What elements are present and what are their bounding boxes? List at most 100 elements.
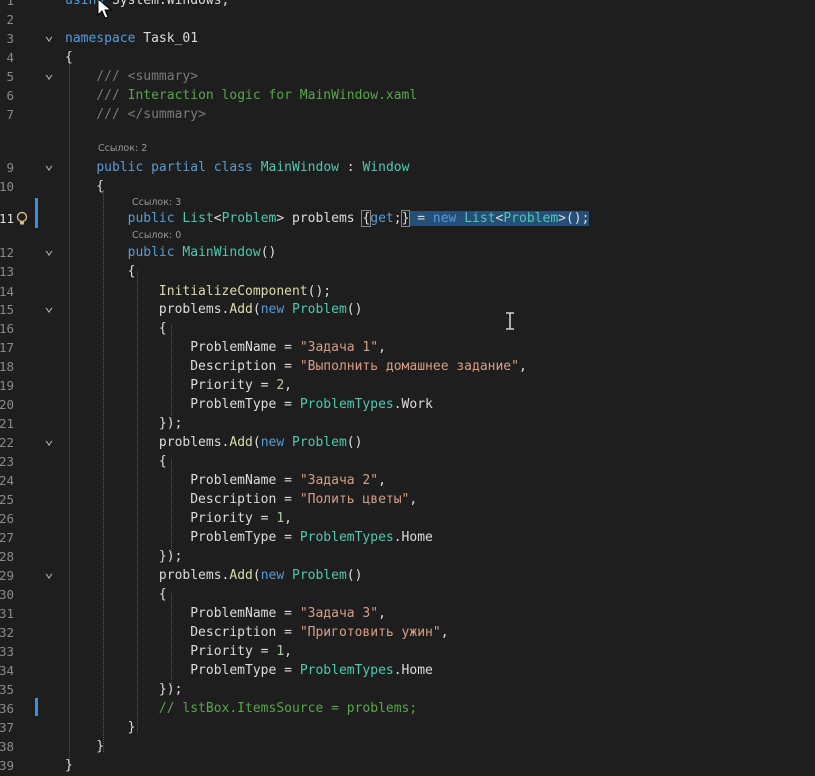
code-token: Window [362, 160, 410, 175]
code-text[interactable]: // lstBox.ItemsSource = problems; [65, 699, 417, 718]
code-line[interactable]: 15 problems.Add(new Problem() [0, 300, 815, 319]
code-token: { [65, 179, 105, 194]
code-line[interactable]: 7 /// </summary> [0, 105, 815, 124]
code-line[interactable]: 38 } [0, 737, 815, 756]
code-token: Priority = [65, 644, 277, 659]
code-line[interactable]: 31 ProblemName = "Задача 3", [0, 604, 815, 623]
code-text[interactable]: Priority = 2, [65, 376, 292, 395]
code-line[interactable]: 35 }); [0, 680, 815, 699]
code-text[interactable]: public List<Problem> problems {get;} = n… [65, 209, 590, 228]
code-text[interactable]: problems.Add(new Problem() [65, 433, 363, 452]
code-line[interactable]: 12 public MainWindow() [0, 243, 815, 262]
code-text[interactable]: ProblemName = "Задача 3", [65, 604, 386, 623]
code-text[interactable]: }); [65, 547, 183, 566]
code-token: Priority = [65, 378, 277, 393]
code-line[interactable]: 19 Priority = 2, [0, 376, 815, 395]
code-text[interactable]: } [65, 718, 136, 737]
code-text[interactable]: namespace Task_01 [65, 29, 198, 48]
codelens-references[interactable]: Ссылок: 3 [132, 196, 181, 210]
code-text[interactable]: InitializeComponent(); [65, 282, 331, 301]
code-text[interactable]: public MainWindow() [65, 243, 277, 262]
code-token: Problem [292, 435, 347, 450]
code-line[interactable]: 11 public List<Problem> problems {get;} … [0, 209, 815, 228]
fold-chevron-icon[interactable] [43, 158, 55, 177]
code-line[interactable]: 21 }); [0, 414, 815, 433]
code-text[interactable]: } [65, 737, 104, 756]
code-line[interactable]: 2 [0, 10, 815, 29]
code-text[interactable]: ProblemType = ProblemTypes.Work [65, 395, 433, 414]
code-text[interactable]: { [65, 48, 73, 67]
fold-chevron-icon[interactable] [43, 566, 55, 585]
code-text[interactable]: }); [65, 680, 183, 699]
code-token: ( [252, 568, 261, 583]
code-text[interactable]: { [65, 452, 167, 471]
code-text[interactable]: /// </summary> [65, 105, 206, 124]
code-line[interactable]: 4{ [0, 48, 815, 67]
code-text[interactable]: public partial class MainWindow : Window [65, 158, 409, 177]
code-text[interactable]: { [65, 262, 136, 281]
code-text[interactable]: ProblemName = "Задача 2", [65, 471, 386, 490]
code-text[interactable]: Description = "Выполнить домашнее задани… [65, 357, 527, 376]
code-line[interactable]: 29 problems.Add(new Problem() [0, 566, 815, 585]
code-text[interactable]: /// Interaction logic for MainWindow.xam… [65, 86, 417, 105]
code-text[interactable]: Priority = 1, [65, 509, 292, 528]
code-line[interactable]: 39} [0, 756, 815, 775]
code-text[interactable]: }); [65, 414, 183, 433]
code-token: </summary> [127, 107, 206, 122]
code-token: InitializeComponent [158, 284, 308, 299]
code-text[interactable]: Priority = 1, [65, 642, 292, 661]
code-line[interactable]: 16 { [0, 319, 815, 338]
fold-chevron-icon[interactable] [43, 67, 55, 86]
code-text[interactable]: { [65, 177, 104, 196]
code-line[interactable]: 34 ProblemType = ProblemTypes.Home [0, 661, 815, 680]
code-text[interactable]: problems.Add(new Problem() [65, 566, 363, 585]
code-token: { [65, 264, 136, 279]
code-text[interactable]: ProblemType = ProblemTypes.Home [65, 528, 433, 547]
code-text[interactable]: /// <summary> [65, 67, 198, 86]
code-line[interactable]: 14 InitializeComponent(); [0, 282, 815, 301]
code-text[interactable]: Description = "Полить цветы", [65, 490, 417, 509]
code-line[interactable]: 10 { [0, 177, 815, 196]
code-line[interactable]: 23 { [0, 452, 815, 471]
code-text[interactable]: { [65, 319, 167, 338]
fold-chevron-icon[interactable] [43, 300, 55, 319]
code-line[interactable]: 13 { [0, 262, 815, 281]
code-token: "Выполнить домашнее задание" [299, 359, 519, 374]
codelens-references[interactable]: Ссылок: 2 [98, 142, 147, 156]
code-line[interactable]: 26 Priority = 1, [0, 509, 815, 528]
lightbulb-icon[interactable] [15, 211, 29, 226]
code-line[interactable]: 9 public partial class MainWindow : Wind… [0, 158, 815, 177]
code-line[interactable]: 36 // lstBox.ItemsSource = problems; [0, 699, 815, 718]
code-token: , [409, 492, 418, 507]
code-text[interactable]: problems.Add(new Problem() [65, 300, 363, 319]
fold-chevron-icon[interactable] [43, 29, 55, 48]
code-editor[interactable]: 1using System.Windows;23namespace Task_0… [0, 0, 815, 776]
code-line[interactable]: 1 using System.Windows; [0, 0, 815, 10]
code-line[interactable]: 20 ProblemType = ProblemTypes.Work [0, 395, 815, 414]
code-line[interactable]: 32 Description = "Приготовить ужин", [0, 623, 815, 642]
code-text[interactable]: } [65, 756, 73, 775]
code-line[interactable]: 27 ProblemType = ProblemTypes.Home [0, 528, 815, 547]
code-line[interactable]: 6 /// Interaction logic for MainWindow.x… [0, 86, 815, 105]
code-line[interactable]: 5 /// <summary> [0, 67, 815, 86]
codelens-references[interactable]: Ссылок: 0 [132, 229, 181, 243]
code-line[interactable]: 3 namespace Task_01 [0, 29, 815, 48]
fold-chevron-icon[interactable] [43, 243, 55, 262]
code-text[interactable]: ProblemName = "Задача 1", [65, 338, 386, 357]
code-line[interactable]: 17 ProblemName = "Задача 1", [0, 338, 815, 357]
code-line[interactable]: 24 ProblemName = "Задача 2", [0, 471, 815, 490]
code-line[interactable]: 37 } [0, 718, 815, 737]
code-line[interactable]: 22 problems.Add(new Problem() [0, 433, 815, 452]
code-text[interactable]: ProblemType = ProblemTypes.Home [65, 661, 433, 680]
code-text[interactable]: { [65, 585, 167, 604]
fold-chevron-icon[interactable] [43, 433, 55, 452]
code-line[interactable]: 30 { [0, 585, 815, 604]
code-text[interactable]: using System.Windows; [65, 0, 229, 10]
code-line[interactable]: 25 Description = "Полить цветы", [0, 490, 815, 509]
code-line[interactable]: 28 }); [0, 547, 815, 566]
code-line[interactable]: 18 Description = "Выполнить домашнее зад… [0, 357, 815, 376]
code-text[interactable]: Description = "Приготовить ужин", [65, 623, 448, 642]
code-line[interactable]: 33 Priority = 1, [0, 642, 815, 661]
line-number: 32 [0, 625, 14, 640]
